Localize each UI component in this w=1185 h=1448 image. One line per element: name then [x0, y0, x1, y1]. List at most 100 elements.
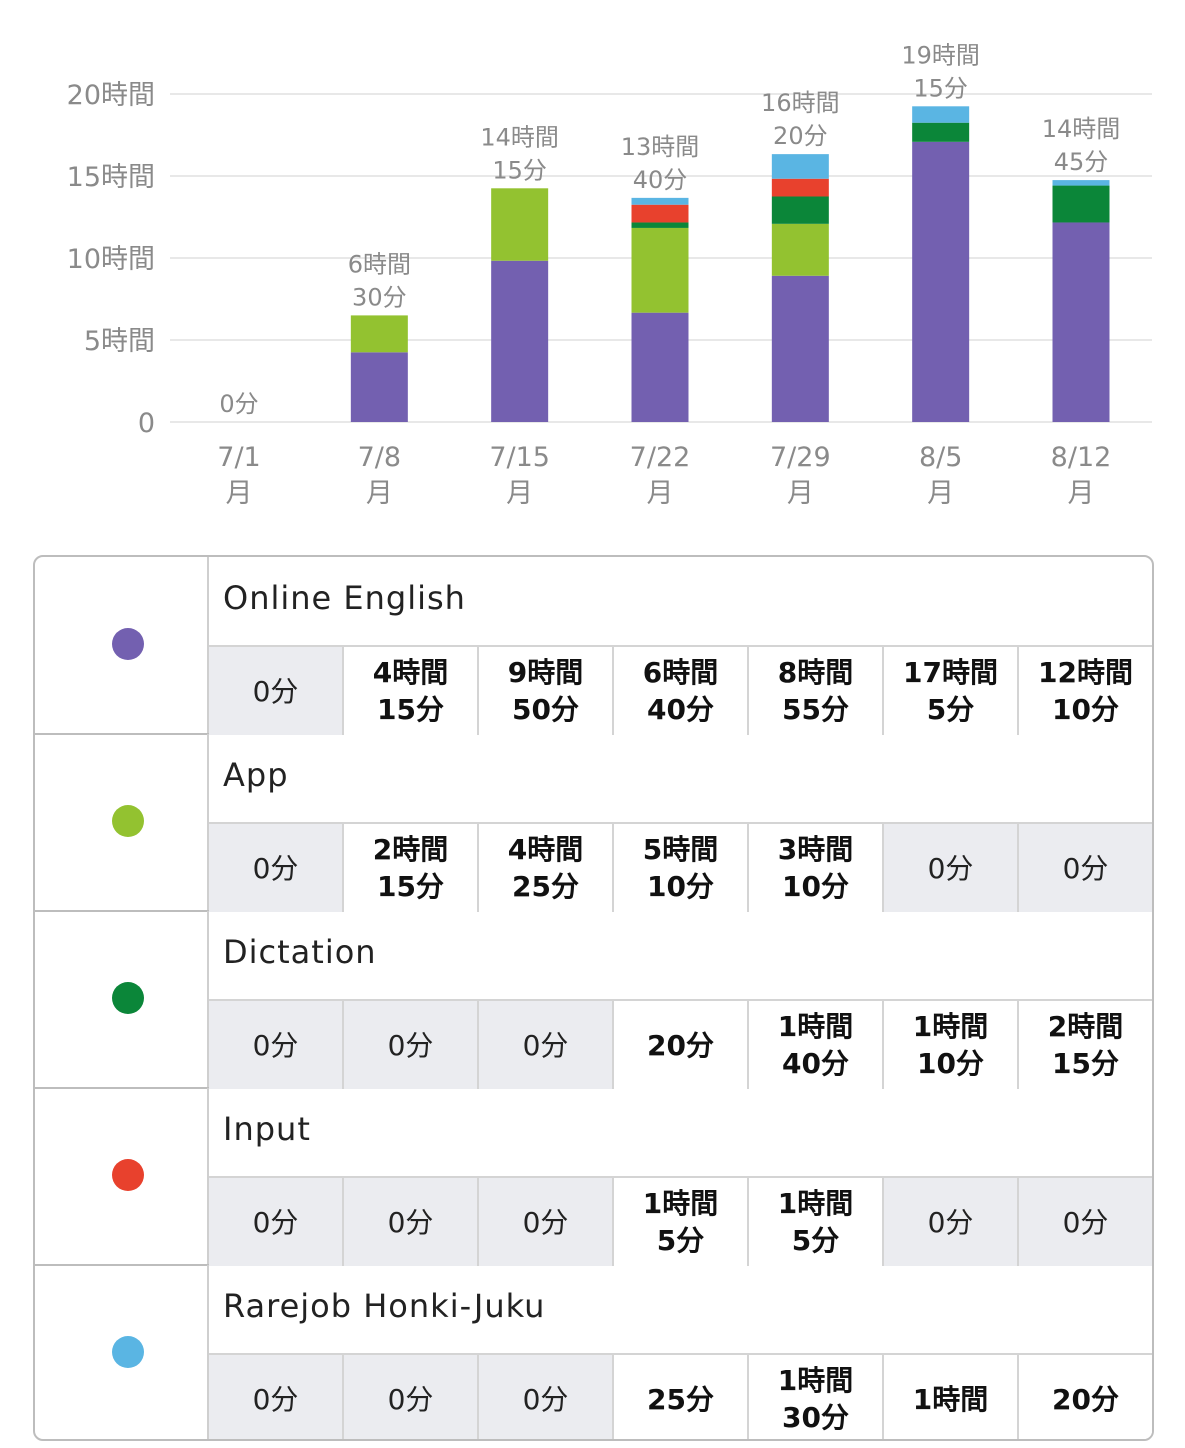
x-tick-weekday: 月 [226, 478, 253, 509]
weekly-value-cell: 9時間 50分 [479, 647, 614, 735]
category-name: App [223, 756, 289, 794]
weekly-value-cell: 2時間 15分 [344, 824, 479, 912]
category-row: Dictation 0分 0分 0分 20分 1時間 40分 1時間 10分 2時間 15分 [35, 911, 1152, 1089]
x-tick-date: 7/29 [770, 442, 831, 473]
weekly-value-cell: 1時間 40分 [749, 1001, 884, 1089]
color-dot-icon [112, 1159, 144, 1191]
y-tick-label: 20時間 [67, 80, 155, 111]
weekly-values: 0分 0分 0分 20分 1時間 40分 1時間 10分 2時間 15分 [209, 999, 1152, 1089]
weekly-value-cell: 0分 [884, 1178, 1019, 1266]
y-tick-label: 5時間 [84, 326, 155, 357]
total-label: 14時間 [1042, 115, 1121, 143]
weekly-value-cell: 0分 [209, 1178, 344, 1266]
x-tick-weekday: 月 [787, 478, 814, 509]
weekly-value-cell: 1時間 5分 [749, 1178, 884, 1266]
x-tick-weekday: 月 [647, 478, 674, 509]
weekly-value-cell: 17時間 5分 [884, 647, 1019, 735]
bar-segment [912, 122, 970, 142]
x-tick-date: 7/15 [489, 442, 550, 473]
weekly-value-cell: 0分 [344, 1355, 479, 1439]
x-tick-weekday: 月 [927, 478, 954, 509]
category-row: Rarejob Honki-Juku 0分 0分 0分 25分 1時間 30分 1時間 20分 [35, 1265, 1152, 1439]
stacked-bar-chart: 0 5時間 10時間 15時間 20時間 0分 6時間 30分 14時間 15分 13時間 40分 1… [67, 41, 1152, 509]
total-label: 19時間 [901, 41, 980, 69]
category-name: Dictation [223, 933, 377, 971]
total-label: 13時間 [621, 133, 700, 161]
x-tick-date: 7/8 [358, 442, 401, 473]
weekly-value-cell: 0分 [884, 824, 1019, 912]
bar-segment [350, 352, 408, 422]
bar-segment [350, 315, 408, 353]
weekly-value-cell: 0分 [479, 1001, 614, 1089]
x-axis-ticks: 7/1 月 7/8 月 7/15 月 7/22 月 7/29 月 8/5 月 8/12 月 [217, 442, 1111, 509]
bar-segment [631, 312, 689, 422]
weekly-value-cell: 0分 [1019, 1178, 1152, 1266]
bar-segment [631, 227, 689, 313]
weekly-value-cell: 1時間 10分 [884, 1001, 1019, 1089]
total-label: 20分 [773, 122, 828, 150]
total-label: 40分 [633, 166, 688, 194]
weekly-value-cell: 3時間 10分 [749, 824, 884, 912]
weekly-value-cell: 12時間 10分 [1019, 647, 1152, 735]
swatch-column [35, 557, 209, 733]
category-breakdown-table: Online English 0分 4時間 15分 9時間 50分 6時間 40分 8時間… [33, 555, 1154, 1441]
x-tick-weekday: 月 [366, 478, 393, 509]
category-row: Online English 0分 4時間 15分 9時間 50分 6時間 40分 8時間… [35, 557, 1152, 735]
weekly-value-cell: 2時間 15分 [1019, 1001, 1152, 1089]
bar-segment [771, 154, 829, 179]
total-label: 14時間 [480, 123, 559, 151]
weekly-value-cell: 5時間 10分 [614, 824, 749, 912]
color-dot-icon [112, 1336, 144, 1368]
category-name: Input [223, 1110, 311, 1148]
weekly-value-cell: 0分 [479, 1178, 614, 1266]
y-tick-label: 15時間 [67, 162, 155, 193]
bar-segment [771, 196, 829, 224]
bar-segment [631, 197, 689, 205]
weekly-value-cell: 20分 [614, 1001, 749, 1089]
weekly-values: 0分 0分 0分 1時間 5分 1時間 5分 0分 0分 [209, 1176, 1152, 1266]
weekly-value-cell: 6時間 40分 [614, 647, 749, 735]
bars [350, 106, 1110, 423]
weekly-values: 0分 4時間 15分 9時間 50分 6時間 40分 8時間 55分 17時間 5分 12時… [209, 645, 1152, 735]
y-tick-label: 0 [138, 408, 155, 439]
category-row: Input 0分 0分 0分 1時間 5分 1時間 5分 0分 0分 [35, 1088, 1152, 1266]
weekly-value-cell: 0分 [209, 1001, 344, 1089]
x-tick-date: 8/5 [919, 442, 962, 473]
weekly-value-cell: 25分 [614, 1355, 749, 1439]
y-axis-ticks: 0 5時間 10時間 15時間 20時間 [67, 80, 155, 439]
bar-segment [631, 222, 689, 228]
total-label: 16時間 [761, 89, 840, 117]
category-row: App 0分 2時間 15分 4時間 25分 5時間 10分 3時間 10分 0分 0分 [35, 734, 1152, 912]
bar-segment [912, 106, 970, 123]
x-tick-weekday: 月 [1068, 478, 1095, 509]
y-tick-label: 10時間 [67, 244, 155, 275]
weekly-value-cell: 0分 [1019, 824, 1152, 912]
category-name: Rarejob Honki-Juku [223, 1287, 546, 1325]
weekly-value-cell: 1時間 [884, 1355, 1019, 1439]
weekly-value-cell: 8時間 55分 [749, 647, 884, 735]
bar-segment [771, 178, 829, 197]
swatch-column [35, 911, 209, 1087]
x-tick-date: 8/12 [1051, 442, 1112, 473]
bar-segment [771, 223, 829, 276]
color-dot-icon [112, 628, 144, 660]
weekly-value-cell: 0分 [209, 647, 344, 735]
weekly-value-cell: 4時間 25分 [479, 824, 614, 912]
weekly-value-cell: 4時間 15分 [344, 647, 479, 735]
swatch-column [35, 1088, 209, 1264]
swatch-column [35, 1265, 209, 1439]
total-label: 6時間 [348, 250, 411, 278]
bar-segment [1052, 222, 1110, 422]
x-tick-date: 7/22 [630, 442, 691, 473]
total-label: 15分 [913, 74, 968, 102]
x-tick-weekday: 月 [506, 478, 533, 509]
weekly-values: 0分 2時間 15分 4時間 25分 5時間 10分 3時間 10分 0分 0分 [209, 822, 1152, 912]
x-tick-date: 7/1 [217, 442, 260, 473]
weekly-value-cell: 20分 [1019, 1355, 1152, 1439]
weekly-value-cell: 0分 [209, 824, 344, 912]
swatch-column [35, 734, 209, 910]
bar-segment [631, 204, 689, 223]
weekly-values: 0分 0分 0分 25分 1時間 30分 1時間 20分 [209, 1353, 1152, 1439]
weekly-value-cell: 0分 [344, 1178, 479, 1266]
total-label: 15分 [492, 156, 547, 184]
